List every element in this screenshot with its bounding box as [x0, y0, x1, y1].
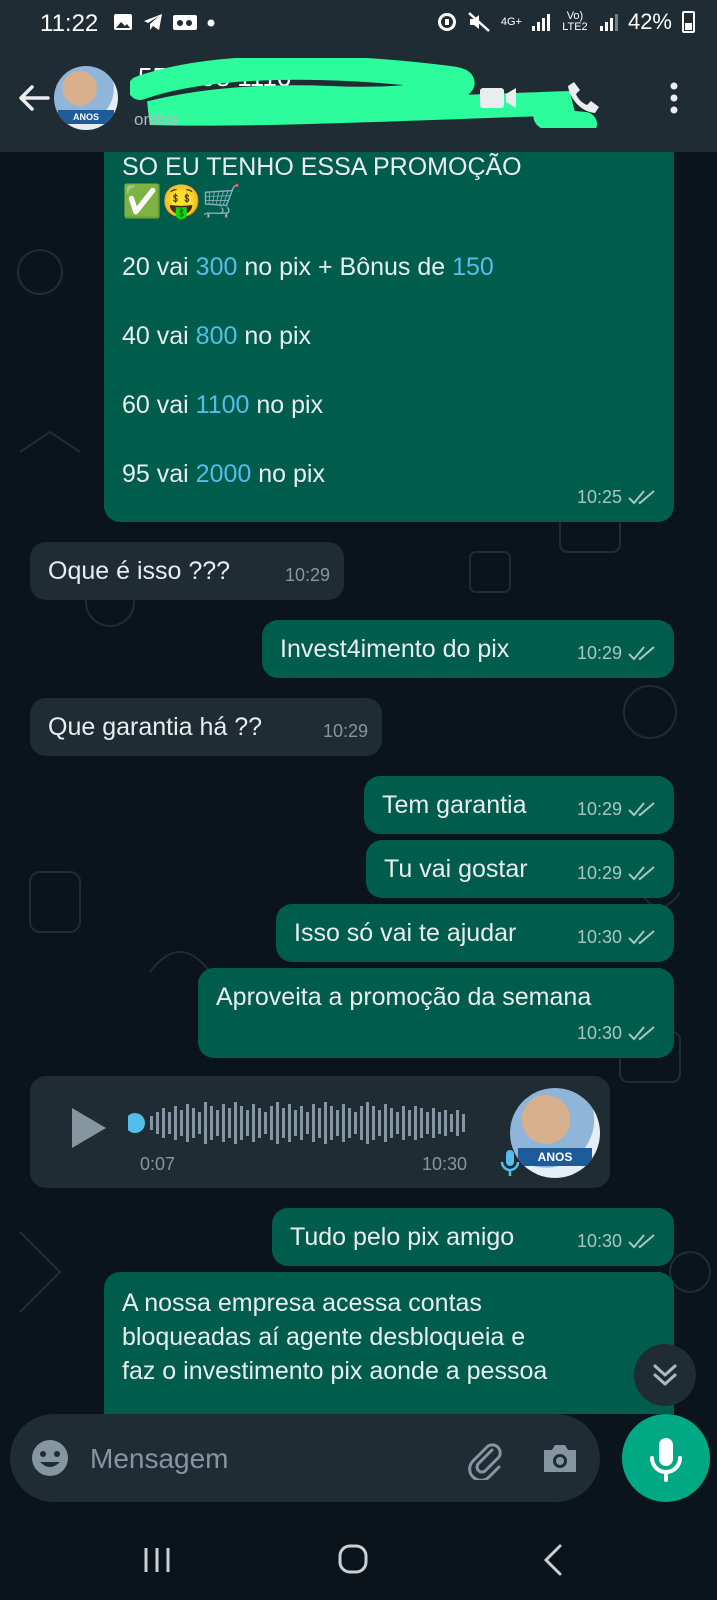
voice-record-button[interactable]: [622, 1414, 710, 1502]
message-text-line: A nossa empresa acessa contas: [122, 1289, 482, 1317]
read-ticks-icon: [628, 1026, 655, 1041]
contact-status: online: [134, 110, 180, 129]
message-time: 10:29: [576, 863, 622, 883]
message-bubble-outgoing[interactable]: Invest4imento do pix 10:29: [262, 620, 674, 678]
message-bubble-outgoing[interactable]: Tu vai gostar 10:29: [366, 840, 674, 898]
emoji-icon[interactable]: [28, 1436, 72, 1480]
paperclip-icon[interactable]: [462, 1436, 506, 1480]
message-text: Isso só vai te ajudar: [294, 919, 517, 947]
message-text: Tem garantia: [382, 791, 527, 819]
message-time: 10:30: [422, 1154, 468, 1174]
message-bubble-outgoing[interactable]: Tem garantia 10:29: [364, 776, 674, 834]
message-bubble-outgoing[interactable]: Aproveita a promoção da semana 10:30: [198, 968, 674, 1058]
chevron-double-down-icon: [653, 1364, 677, 1386]
message-text: Tu vai gostar: [384, 855, 528, 883]
chat-area[interactable]: SO EU TENHO ESSA PROMOÇÃO ✅🤑🛒 20 vai 300…: [0, 152, 717, 1414]
message-text: Invest4imento do pix: [280, 635, 510, 663]
message-input[interactable]: [88, 1436, 432, 1482]
home-icon[interactable]: [328, 1540, 378, 1580]
message-time: 10:30: [576, 927, 622, 947]
voice-message[interactable]: 0:07 10:30 ANOS: [30, 1076, 610, 1188]
avatar-badge: ANOS: [58, 110, 114, 124]
message-text: Que garantia há ??: [48, 713, 263, 741]
status-time: 11:22: [40, 10, 99, 37]
dot-icon: [207, 19, 215, 27]
message-bubble-incoming[interactable]: Oque é isso ??? 10:29: [30, 542, 344, 600]
message-time: 10:30: [576, 1023, 622, 1043]
message-bubble-incoming[interactable]: Que garantia há ?? 10:29: [30, 698, 382, 756]
avatar[interactable]: ANOS: [54, 66, 118, 130]
back-nav-icon[interactable]: [530, 1540, 580, 1580]
gallery-notification-icon: [114, 14, 132, 30]
voice-sender-avatar: ANOS: [510, 1088, 600, 1178]
microphone-icon: [650, 1438, 682, 1482]
message-bubble-outgoing[interactable]: Tudo pelo pix amigo 10:30: [272, 1208, 674, 1266]
message-text: SO EU TENHO ESSA PROMOÇÃO: [122, 153, 522, 181]
more-vert-icon[interactable]: [652, 76, 696, 120]
read-ticks-icon: [628, 802, 655, 817]
message-text: Aproveita a promoção da semana: [216, 983, 592, 1011]
scroll-to-bottom-button[interactable]: [634, 1344, 696, 1406]
camera-icon[interactable]: [538, 1436, 582, 1480]
voice-waveform[interactable]: [128, 1098, 468, 1148]
read-ticks-icon: [628, 930, 655, 945]
message-text: Oque é isso ???: [48, 557, 231, 585]
message-time: 10:29: [284, 565, 330, 585]
telegram-notification-icon: [144, 14, 162, 30]
recent-apps-icon[interactable]: [132, 1540, 182, 1580]
microphone-icon: [500, 1150, 520, 1176]
message-time: 10:25: [576, 487, 622, 507]
message-time: 10:30: [576, 1231, 622, 1251]
promo-line: 60 vai 1100 no pix: [122, 391, 324, 419]
message-text: Tudo pelo pix amigo: [290, 1223, 515, 1251]
read-ticks-icon: [628, 1234, 655, 1249]
promo-line: 20 vai 300 no pix + Bônus de 150: [122, 253, 494, 281]
video-call-icon[interactable]: [476, 76, 520, 120]
redaction-scribble: [130, 58, 597, 128]
phone-icon[interactable]: [562, 76, 606, 120]
arrow-left-icon[interactable]: [14, 78, 54, 118]
status-bar: 11:22 4G+ Vo) LTE2 42%: [0, 0, 717, 48]
message-time: 10:29: [576, 799, 622, 819]
message-time: 10:29: [322, 721, 368, 741]
mute-icon: [468, 12, 490, 32]
message-bubble-promo[interactable]: SO EU TENHO ESSA PROMOÇÃO ✅🤑🛒 20 vai 300…: [104, 152, 674, 522]
message-bubble-outgoing[interactable]: Isso só vai te ajudar 10:30: [276, 904, 674, 962]
read-ticks-icon: [628, 490, 655, 505]
read-ticks-icon: [628, 646, 655, 661]
read-ticks-icon: [628, 866, 655, 881]
signal-icon: [531, 13, 550, 31]
message-text-line: faz o investimento pix aonde a pessoa: [122, 1357, 548, 1385]
message-bubble-outgoing[interactable]: A nossa empresa acessa contas bloqueadas…: [104, 1272, 674, 1414]
message-compose-bar: [10, 1414, 600, 1502]
avatar-badge: ANOS: [518, 1148, 592, 1166]
voicemail-notification-icon: [173, 15, 197, 30]
android-navigation-bar: [0, 1520, 717, 1600]
network-type: 4G+: [500, 15, 522, 28]
battery-percent: 42%: [627, 9, 672, 34]
message-text-line: bloqueadas aí agente desbloqueia e: [122, 1323, 526, 1351]
message-emoji: ✅🤑🛒: [122, 183, 242, 219]
message-time: 10:29: [576, 643, 622, 663]
chat-header: ANOS 5511 98 1116 online: [0, 48, 717, 152]
promo-line: 40 vai 800 no pix: [122, 322, 312, 350]
play-icon[interactable]: [68, 1106, 108, 1150]
volte-label: Vo) LTE2: [562, 10, 588, 33]
signal-icon-2: [599, 13, 618, 31]
promo-line: 95 vai 2000 no pix: [122, 460, 325, 488]
voice-duration: 0:07: [140, 1154, 176, 1174]
data-saver-icon: [437, 13, 456, 31]
battery-icon: [682, 11, 695, 33]
